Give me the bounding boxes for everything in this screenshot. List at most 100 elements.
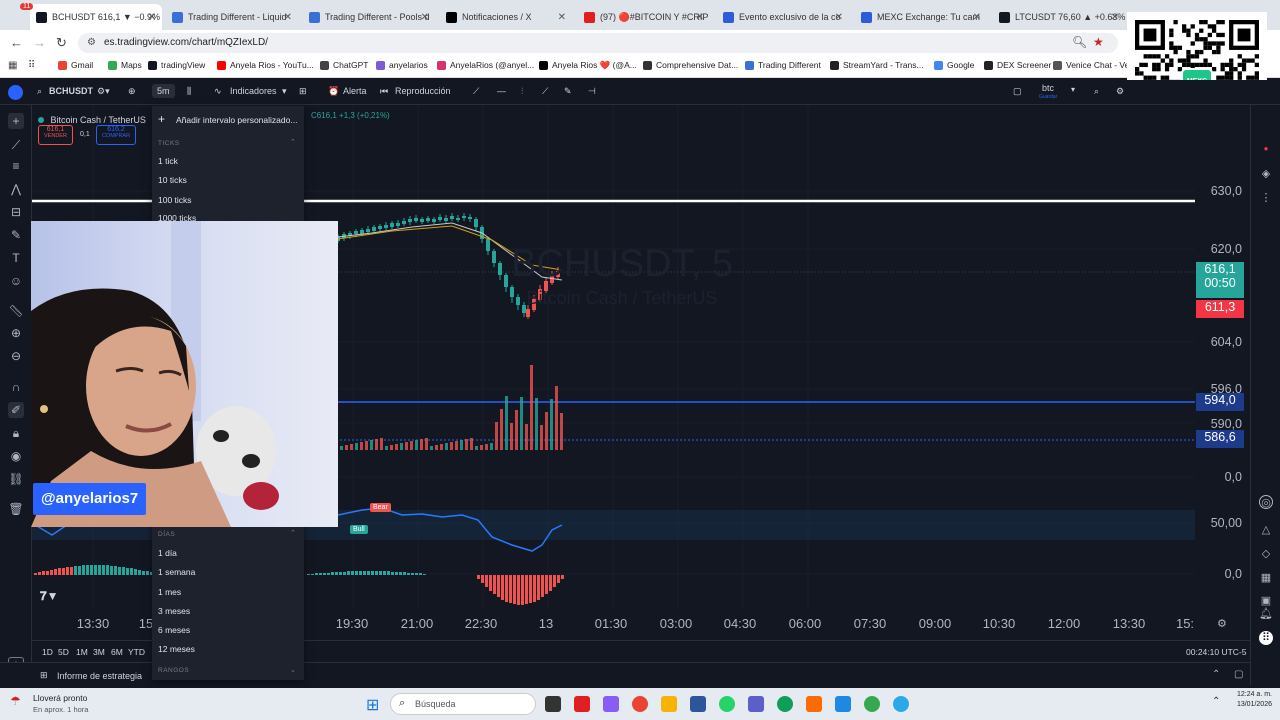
chevron-up-icon[interactable]: ⌃	[290, 138, 296, 146]
hotlist-icon[interactable]: ◇	[1259, 547, 1273, 561]
buy-button[interactable]: 616,2 COMPRAR	[96, 125, 136, 145]
chart-style-icon[interactable]: ⫼	[187, 86, 191, 97]
store-app-icon[interactable]	[806, 696, 822, 712]
trend-line-tool-icon[interactable]: ⟋	[8, 137, 24, 153]
interval-option[interactable]: 1 semana	[158, 567, 195, 577]
browser-tab[interactable]: Trading Different - Pools d ✕	[303, 4, 435, 30]
ray-icon[interactable]: ⟋	[542, 86, 548, 97]
windows-start-icon[interactable]: ⊞	[366, 695, 379, 715]
ranges-header[interactable]: RANGOS	[158, 667, 189, 674]
close-tab-icon[interactable]: ✕	[1111, 12, 1119, 23]
object-tree-icon[interactable]: ⋮	[1259, 191, 1273, 205]
tv-logo[interactable]: 𝟕▼	[40, 589, 59, 604]
reload-icon[interactable]: ↻	[56, 35, 67, 51]
settings-icon[interactable]: ⚙	[1116, 86, 1124, 97]
interval-option[interactable]: 12 meses	[158, 644, 195, 654]
fib-icon[interactable]: ⫶	[521, 86, 523, 97]
close-tab-icon[interactable]: ✕	[973, 12, 981, 23]
replay-button[interactable]: Reproducción	[395, 86, 451, 96]
chrome-profile-app-icon[interactable]	[864, 696, 880, 712]
browser-tab[interactable]: BCHUSDT 616,1 ▼ −0.9% ✕	[30, 4, 162, 30]
crosshair-icon[interactable]: +	[8, 113, 24, 129]
pine-icon[interactable]: △	[1259, 523, 1273, 537]
fullscreen-icon[interactable]: ▢	[1013, 86, 1022, 97]
zoom-icon[interactable]: 🔍︎	[1072, 35, 1087, 49]
bookmark-item[interactable]: Anyela Rios ❤️ (@A...	[539, 60, 637, 71]
emoji-tool-icon[interactable]: ☺	[8, 273, 24, 289]
bookmark-item[interactable]: Google	[934, 60, 974, 70]
trend-line-icon[interactable]: ⟋	[473, 86, 479, 97]
interval-option[interactable]: 3 meses	[158, 606, 190, 616]
url-field[interactable]: ⚙ es.tradingview.com/chart/mQZIexLD/	[78, 33, 1118, 53]
range-button-1d[interactable]: 1D	[42, 647, 53, 657]
indicators-button[interactable]: Indicadores	[230, 86, 277, 96]
bookmark-item[interactable]: Trading Different	[745, 60, 821, 70]
range-button-6m[interactable]: 6M	[111, 647, 123, 657]
apps-icon[interactable]: ⠿	[28, 60, 35, 71]
eye-icon[interactable]: ◉	[8, 448, 24, 464]
notifications-badge-icon[interactable]: ●	[1259, 142, 1273, 156]
copilot-app-icon[interactable]	[603, 696, 619, 712]
clock-display[interactable]: 00:24:10 UTC-5	[1186, 647, 1246, 657]
interval-option[interactable]: 1 tick	[158, 156, 178, 166]
close-tab-icon[interactable]: ✕	[835, 12, 843, 23]
ideas-icon[interactable]: ◎	[1259, 495, 1273, 509]
interval-option[interactable]: 1 mes	[158, 587, 181, 597]
indicators-icon[interactable]: ∿	[214, 86, 222, 97]
search-box[interactable]: btc Guardar ▾	[1035, 83, 1080, 101]
forward-icon[interactable]: →	[33, 35, 46, 50]
chevron-up-icon[interactable]: ⌃	[290, 529, 296, 537]
interval-option[interactable]: 100 ticks	[158, 195, 192, 205]
fib-tool-icon[interactable]: ≡	[8, 158, 24, 174]
browser-tab[interactable]: Evento exclusivo de la co ✕	[717, 4, 849, 30]
chevron-down-icon[interactable]: ▾	[282, 86, 287, 97]
interval-option[interactable]: 6 meses	[158, 625, 190, 635]
layouts-icon[interactable]: ⊞	[299, 86, 307, 97]
bookmark-item[interactable]: anyelarios	[376, 60, 428, 70]
lock-icon[interactable]: 🔒︎	[8, 425, 24, 441]
telegram-app-icon[interactable]	[893, 696, 909, 712]
replay-icon[interactable]: ⏮	[380, 86, 388, 97]
chat-icon[interactable]: ▣	[1259, 594, 1273, 608]
bookmark-item[interactable]: Venice Chat - Ve	[1053, 60, 1129, 70]
browser-tab[interactable]: Notificaciones / X ✕	[440, 4, 572, 30]
layers-icon[interactable]: ◈	[1259, 167, 1273, 181]
ticks-header[interactable]: TICKS	[158, 140, 180, 147]
apps-grid-icon[interactable]: ▦	[8, 60, 17, 71]
word-app-icon[interactable]	[690, 696, 706, 712]
add-custom-interval[interactable]: Añadir intervalo personalizado...	[176, 115, 297, 125]
user-avatar[interactable]	[8, 85, 23, 100]
forecast-tool-icon[interactable]: ⊟	[8, 204, 24, 220]
range-button-1m[interactable]: 1M	[76, 647, 88, 657]
browser-tab[interactable]: LTCUSDT 76,60 ▲ +0.63% ✕	[993, 4, 1125, 30]
whatsapp-app-icon[interactable]	[719, 696, 735, 712]
add-symbol-icon[interactable]: ⊕	[128, 86, 136, 97]
bookmark-star-icon[interactable]: ★	[1093, 35, 1104, 49]
site-info-icon[interactable]: ⚙	[87, 33, 96, 53]
close-tab-icon[interactable]: ✕	[558, 12, 566, 23]
axis-settings-icon[interactable]: ⚙	[1217, 617, 1227, 630]
brush-icon[interactable]: ✎	[564, 86, 572, 97]
taskbar-clock[interactable]: 12:24 a. m. 13/01/2026	[1210, 691, 1272, 708]
explorer-app-icon[interactable]	[661, 696, 677, 712]
zoom-out-icon[interactable]: ⊖	[8, 348, 24, 364]
calendar-icon[interactable]: ▦	[1259, 571, 1273, 585]
alert-icon[interactable]: ⏰	[328, 86, 339, 97]
bell-icon[interactable]: 🔔︎	[1259, 607, 1273, 621]
range-button-3m[interactable]: 3M	[93, 647, 105, 657]
zoom-search-icon[interactable]: ⌕	[1094, 86, 1099, 97]
strategy-report-tab[interactable]: Informe de estrategia	[57, 671, 142, 681]
chrome-app-icon[interactable]	[632, 696, 648, 712]
bookmark-item[interactable]: Gmail	[58, 60, 93, 70]
teams-app-icon[interactable]	[748, 696, 764, 712]
compare-icon[interactable]: ⚙▾	[97, 86, 110, 97]
magnet-icon[interactable]: ∩	[8, 379, 24, 395]
ruler-icon[interactable]: 📏︎	[8, 303, 24, 319]
text-tool-icon[interactable]: T	[8, 250, 24, 266]
bookmark-item[interactable]: AnyelaRios (@anyel...	[437, 60, 534, 70]
bookmark-item[interactable]: StreamYard - Trans...	[830, 60, 924, 70]
price-axis[interactable]: 630,0 620,0 604,0 596,0 590,0 0,0 50,00 …	[1195, 105, 1250, 640]
close-tab-icon[interactable]: ✕	[696, 12, 704, 23]
bookmark-item[interactable]: Maps	[108, 60, 142, 70]
apps-grid-icon[interactable]: ⠿	[1259, 631, 1273, 645]
